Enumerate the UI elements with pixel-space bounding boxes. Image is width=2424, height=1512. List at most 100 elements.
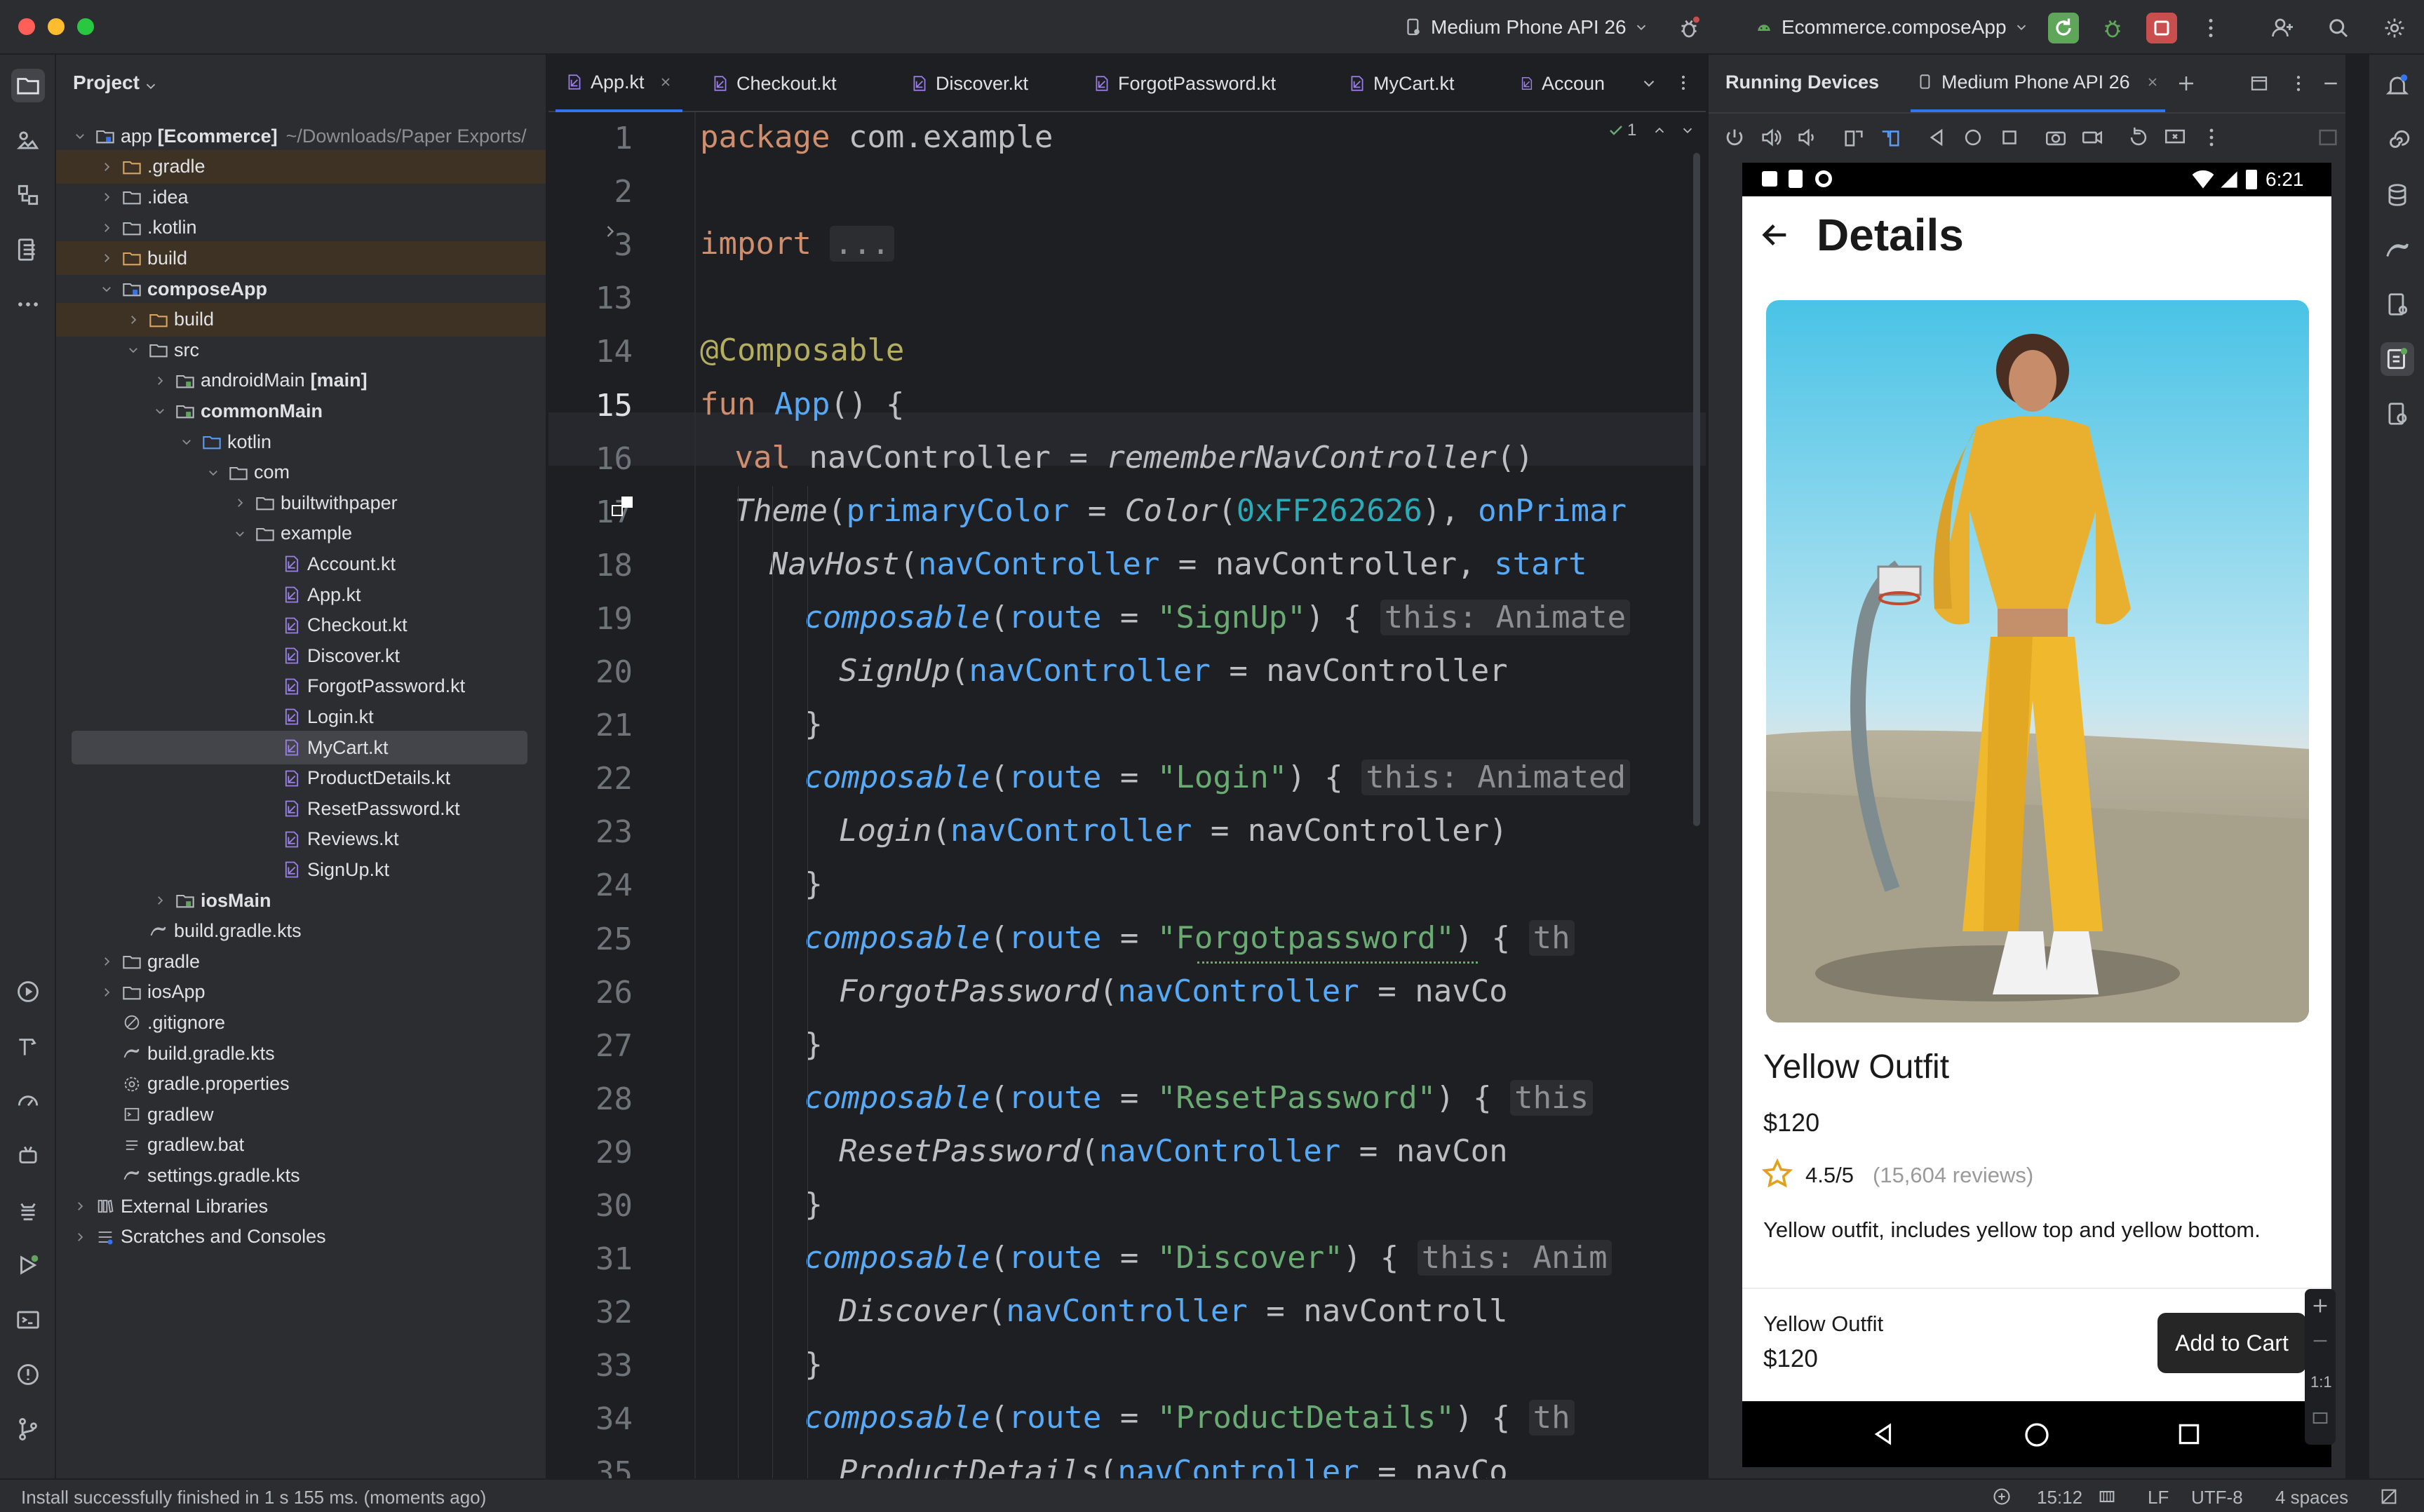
volume-down-icon[interactable] bbox=[1796, 126, 1819, 149]
build-tool-button[interactable] bbox=[11, 1030, 45, 1063]
tree-item[interactable]: build.gradle.kts bbox=[56, 1037, 546, 1070]
close-window-button[interactable] bbox=[18, 18, 35, 35]
device-selector[interactable]: Medium Phone API 26 bbox=[1403, 11, 1649, 43]
tree-item[interactable]: composeApp bbox=[56, 272, 546, 306]
volume-up-icon[interactable] bbox=[1759, 126, 1783, 149]
back-arrow-icon[interactable] bbox=[1759, 219, 1791, 251]
tree-item[interactable]: MyCart.kt bbox=[72, 731, 527, 764]
device-manager-button[interactable] bbox=[2381, 288, 2414, 321]
chevron-down-icon[interactable] bbox=[72, 128, 88, 144]
running-devices-button[interactable] bbox=[2381, 342, 2414, 376]
device-tab[interactable]: Medium Phone API 26 bbox=[1911, 55, 2165, 112]
chevron-down-icon[interactable] bbox=[178, 433, 195, 450]
emulator-screen[interactable]: 6:21 Details Yellow Outfit $120 4.5/5 (1… bbox=[1742, 163, 2331, 1403]
tree-item[interactable]: build.gradle.kts bbox=[56, 914, 546, 948]
reset-icon[interactable] bbox=[2127, 126, 2150, 149]
more-actions-button[interactable] bbox=[2195, 13, 2226, 43]
tree-item[interactable]: src bbox=[56, 333, 546, 367]
editor-tab[interactable]: Checkout.kt bbox=[701, 55, 847, 112]
status-message[interactable]: Install successfully finished in 1 s 155… bbox=[21, 1487, 486, 1508]
run-tool-button[interactable] bbox=[11, 975, 45, 1008]
chevron-down-icon[interactable] bbox=[125, 342, 142, 358]
screen-record-icon[interactable] bbox=[2080, 126, 2104, 149]
chevron-down-icon[interactable] bbox=[152, 403, 168, 419]
mirror-icon[interactable] bbox=[2163, 126, 2187, 149]
tree-item[interactable]: app [Ecommerce] ~/Downloads/Paper Exports… bbox=[56, 119, 546, 153]
add-to-cart-button[interactable]: Add to Cart bbox=[2157, 1313, 2306, 1373]
terminal-button[interactable] bbox=[11, 1303, 45, 1337]
nav-home-icon[interactable] bbox=[2023, 1421, 2051, 1449]
gemini-button[interactable] bbox=[2381, 123, 2414, 157]
zoom-actual-size[interactable]: 1:1 bbox=[2310, 1373, 2332, 1391]
resource-manager-button[interactable] bbox=[11, 123, 45, 157]
inspector-icon[interactable] bbox=[1992, 1487, 2012, 1506]
device-explorer-button[interactable] bbox=[11, 233, 45, 266]
tree-item[interactable]: gradle.properties bbox=[56, 1067, 546, 1101]
overview-icon[interactable] bbox=[1998, 126, 2021, 149]
chevron-right-icon[interactable] bbox=[231, 494, 248, 511]
code-area[interactable]: package com.example import ... @Composable… bbox=[548, 112, 1706, 1478]
chevron-right-icon[interactable] bbox=[98, 953, 115, 970]
tree-item[interactable]: ProductDetails.kt bbox=[56, 762, 546, 795]
tree-item[interactable]: .idea bbox=[56, 180, 546, 214]
zoom-out-icon[interactable] bbox=[2310, 1331, 2330, 1351]
chevron-right-icon[interactable] bbox=[98, 250, 115, 266]
add-user-button[interactable] bbox=[2267, 13, 2298, 43]
layout-icon[interactable] bbox=[2249, 73, 2270, 94]
tree-item[interactable]: ForgotPassword.kt bbox=[56, 670, 546, 703]
structure-button[interactable] bbox=[11, 178, 45, 212]
more-tools-button[interactable] bbox=[11, 288, 45, 321]
back-icon[interactable] bbox=[1925, 126, 1948, 149]
profiler-button[interactable] bbox=[11, 1084, 45, 1118]
plus-icon[interactable] bbox=[2176, 73, 2197, 94]
minimize-window-button[interactable] bbox=[48, 18, 65, 35]
editor-scrollbar[interactable] bbox=[1693, 153, 1700, 826]
more-vertical-icon[interactable] bbox=[1674, 73, 1693, 96]
chevron-right-icon[interactable] bbox=[98, 220, 115, 236]
logcat-button[interactable] bbox=[11, 1194, 45, 1227]
indent-setting[interactable]: 4 spaces bbox=[2275, 1487, 2348, 1508]
chevron-right-icon[interactable] bbox=[125, 311, 142, 328]
editor-tab[interactable]: App.kt bbox=[556, 55, 682, 112]
close-icon[interactable] bbox=[2146, 75, 2160, 89]
zoom-fit-icon[interactable] bbox=[2310, 1408, 2330, 1428]
debug-bug-icon[interactable] bbox=[1674, 13, 1704, 43]
tree-item[interactable]: gradlew.bat bbox=[56, 1128, 546, 1162]
tree-item[interactable]: build bbox=[56, 241, 546, 276]
close-icon[interactable] bbox=[659, 75, 673, 89]
rotate-left-icon[interactable] bbox=[1842, 126, 1866, 149]
minimize-icon[interactable] bbox=[2320, 73, 2341, 94]
tree-item[interactable]: gradle bbox=[56, 945, 546, 978]
tree-item[interactable]: ResetPassword.kt bbox=[56, 792, 546, 825]
memory-icon[interactable] bbox=[2097, 1487, 2117, 1506]
rotate-right-icon[interactable] bbox=[1878, 126, 1902, 149]
gradle-button[interactable] bbox=[2381, 233, 2414, 266]
tabs-overflow-chevron-icon[interactable] bbox=[1640, 74, 1658, 96]
tree-item[interactable]: settings.gradle.kts bbox=[56, 1159, 546, 1192]
tree-item[interactable]: Checkout.kt bbox=[56, 609, 546, 642]
problems-button[interactable] bbox=[11, 1358, 45, 1391]
editor-tab[interactable]: ForgotPassword.kt bbox=[1083, 55, 1286, 112]
project-view-selector[interactable]: Project bbox=[73, 72, 140, 94]
tree-item[interactable]: iosMain bbox=[56, 884, 546, 917]
chevron-right-icon[interactable] bbox=[72, 1198, 88, 1215]
camera-icon[interactable] bbox=[2044, 126, 2068, 149]
review-count[interactable]: (15,604 reviews) bbox=[1873, 1163, 2033, 1188]
tree-item[interactable]: commonMain bbox=[56, 394, 546, 428]
caret-position[interactable]: 15:12 bbox=[2037, 1487, 2082, 1508]
more-vertical-icon[interactable] bbox=[2288, 73, 2309, 94]
tree-item[interactable]: example bbox=[56, 517, 546, 551]
tree-item[interactable]: Reviews.kt bbox=[56, 823, 546, 856]
editor-tab[interactable]: Accoun bbox=[1509, 55, 1615, 112]
search-button[interactable] bbox=[2323, 13, 2354, 43]
services-button[interactable] bbox=[11, 1248, 45, 1282]
app-inspection-button[interactable] bbox=[11, 1139, 45, 1173]
chevron-right-icon[interactable] bbox=[152, 372, 168, 389]
tree-item[interactable]: builtwithpaper bbox=[56, 486, 546, 520]
settings-button[interactable] bbox=[2379, 13, 2410, 43]
nav-back-icon[interactable] bbox=[1870, 1421, 1897, 1447]
maximize-window-button[interactable] bbox=[77, 18, 94, 35]
chevron-right-icon[interactable] bbox=[98, 984, 115, 1001]
tree-item[interactable]: .gradle bbox=[56, 149, 546, 184]
chevron-down-icon[interactable] bbox=[205, 464, 222, 481]
